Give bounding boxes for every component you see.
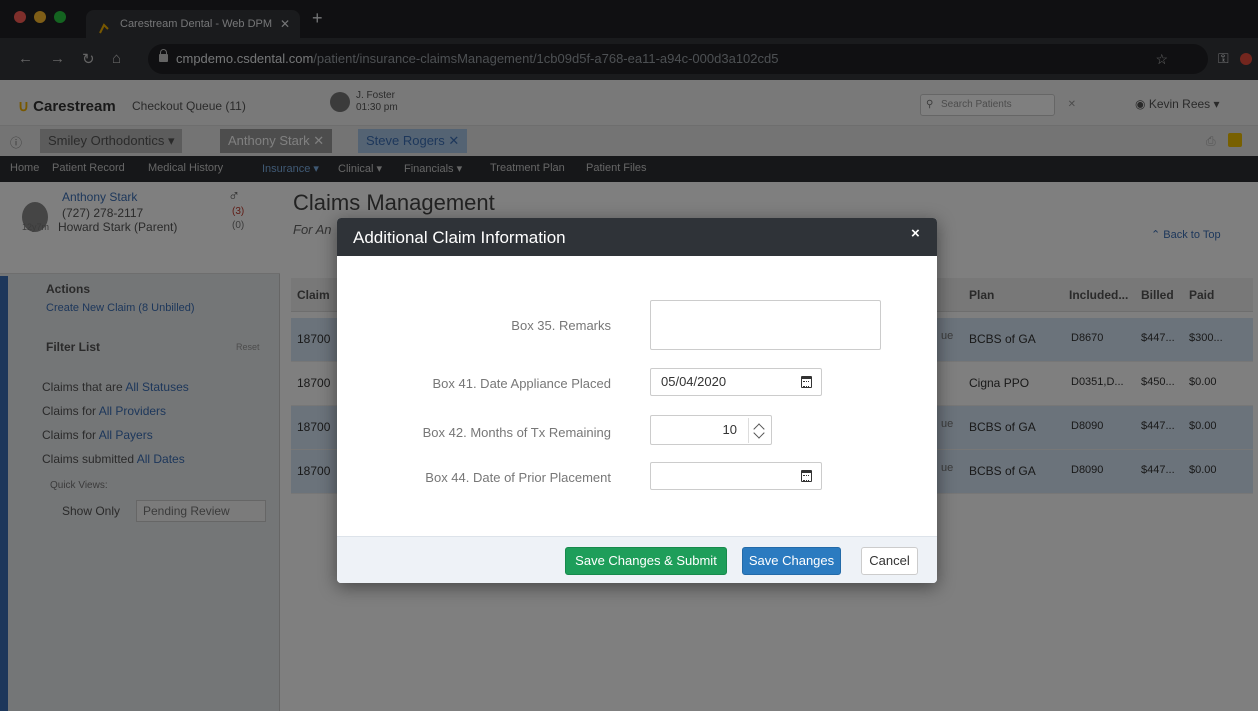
cancel-button[interactable]: Cancel <box>861 547 918 575</box>
modal-title: Additional Claim Information <box>353 228 566 247</box>
months-remaining-label: Box 42. Months of Tx Remaining <box>422 425 611 440</box>
date-appliance-value: 05/04/2020 <box>661 374 727 389</box>
calendar-icon[interactable] <box>801 470 812 482</box>
prior-placement-field[interactable] <box>650 462 822 490</box>
save-changes-button[interactable]: Save Changes <box>742 547 841 575</box>
prior-placement-label: Box 44. Date of Prior Placement <box>425 470 611 485</box>
remarks-field[interactable] <box>650 300 881 350</box>
close-icon[interactable]: × <box>911 225 920 242</box>
modal-footer: Save Changes & Submit Save Changes Cance… <box>337 536 937 583</box>
date-appliance-field[interactable]: 05/04/2020 <box>650 368 822 396</box>
date-appliance-label: Box 41. Date Appliance Placed <box>432 376 611 391</box>
months-remaining-value: 10 <box>722 422 737 437</box>
modal-header: Additional Claim Information × <box>337 218 937 256</box>
calendar-icon[interactable] <box>801 376 812 388</box>
stepper-controls[interactable] <box>748 418 770 443</box>
additional-claim-modal: Additional Claim Information × Box 35. R… <box>337 218 937 583</box>
remarks-label: Box 35. Remarks <box>511 318 611 333</box>
months-remaining-stepper[interactable]: 10 <box>650 415 772 445</box>
save-and-submit-button[interactable]: Save Changes & Submit <box>565 547 727 575</box>
